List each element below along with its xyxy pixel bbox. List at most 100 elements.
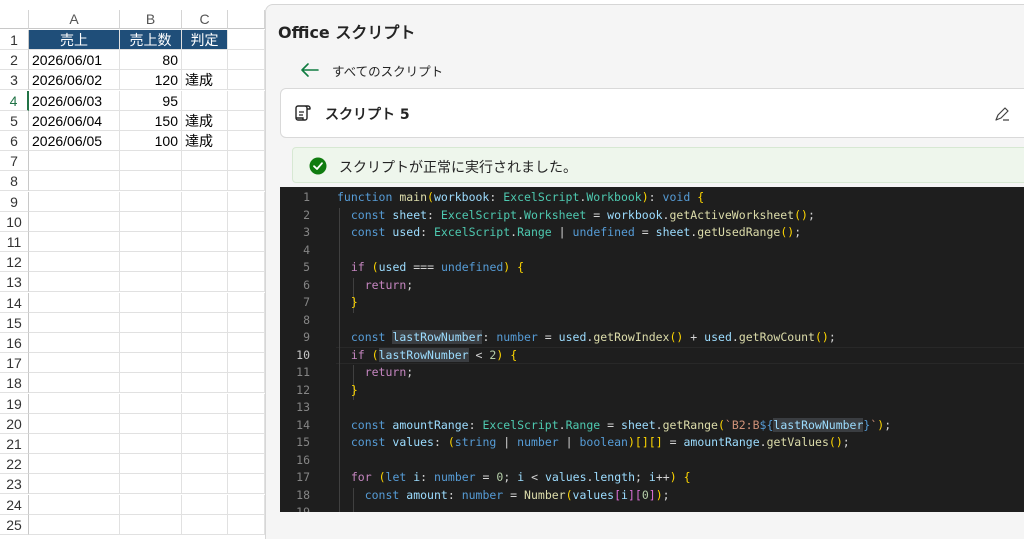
cell[interactable] (228, 353, 265, 374)
code-line[interactable]: return; (337, 278, 413, 292)
code-line[interactable]: function main(workbook: ExcelScript.Work… (337, 190, 704, 204)
cell[interactable] (182, 434, 228, 454)
row-header[interactable]: 18 (0, 373, 29, 394)
column-header-d[interactable] (228, 10, 265, 29)
cell[interactable] (29, 474, 120, 495)
cell[interactable] (120, 232, 182, 252)
cell[interactable] (182, 232, 228, 252)
row-header[interactable]: 6 (0, 131, 29, 151)
cell[interactable] (120, 353, 182, 374)
code-line[interactable]: const values: (string | number | boolean… (337, 435, 850, 449)
row-header[interactable]: 2 (0, 50, 29, 71)
cell[interactable] (120, 151, 182, 172)
cell[interactable] (120, 191, 182, 212)
cell[interactable] (228, 494, 265, 515)
cell[interactable] (182, 373, 228, 394)
cell[interactable] (182, 151, 228, 172)
cell[interactable] (228, 393, 265, 414)
row-header[interactable]: 3 (0, 70, 29, 91)
cell[interactable] (182, 171, 228, 192)
row-header[interactable]: 15 (0, 312, 29, 333)
select-all-corner[interactable] (0, 10, 29, 29)
column-header-c[interactable]: C (182, 10, 228, 29)
cell[interactable] (120, 514, 182, 535)
back-to-all-scripts-link[interactable]: すべてのスクリプト (300, 59, 443, 81)
row-header[interactable]: 23 (0, 474, 29, 495)
cell[interactable] (120, 454, 182, 475)
cell[interactable] (29, 494, 120, 515)
cell[interactable] (228, 514, 265, 535)
row-header[interactable]: 4 (0, 90, 29, 111)
cell[interactable] (228, 151, 265, 172)
cell[interactable] (29, 191, 120, 212)
cell[interactable] (29, 333, 120, 353)
row-header[interactable]: 12 (0, 252, 29, 273)
code-line[interactable]: const amountRange: ExcelScript.Range = s… (337, 417, 891, 432)
cell[interactable] (228, 70, 265, 91)
cell[interactable]: 120 (120, 70, 182, 91)
cell[interactable] (29, 393, 120, 414)
cell[interactable] (29, 373, 120, 394)
cell[interactable] (120, 252, 182, 273)
code-line[interactable]: const sheet: ExcelScript.Worksheet = wor… (337, 208, 815, 222)
cell[interactable]: 2026/06/03 (29, 90, 120, 111)
cell[interactable]: 達成 (182, 110, 228, 131)
cell[interactable] (228, 232, 265, 252)
row-header[interactable]: 8 (0, 171, 29, 192)
cell[interactable] (228, 90, 265, 111)
cell[interactable] (120, 292, 182, 313)
cell[interactable]: 2026/06/01 (29, 50, 120, 71)
cell[interactable] (228, 252, 265, 273)
cell[interactable] (29, 232, 120, 252)
cell[interactable] (29, 151, 120, 172)
cell[interactable] (182, 272, 228, 293)
cell[interactable]: 判定 (182, 30, 228, 50)
row-header[interactable]: 9 (0, 191, 29, 212)
cell[interactable] (228, 434, 265, 454)
cell[interactable] (120, 171, 182, 192)
cell[interactable] (120, 373, 182, 394)
cell[interactable]: 150 (120, 110, 182, 131)
cell[interactable] (228, 50, 265, 71)
cell[interactable]: 2026/06/02 (29, 70, 120, 91)
row-header[interactable]: 16 (0, 333, 29, 353)
row-header[interactable]: 17 (0, 353, 29, 374)
cell[interactable] (228, 292, 265, 313)
cell[interactable] (120, 413, 182, 434)
cell[interactable] (182, 413, 228, 434)
cell[interactable] (182, 474, 228, 495)
cell[interactable] (228, 211, 265, 232)
cell[interactable] (120, 211, 182, 232)
cell[interactable]: 2026/06/05 (29, 131, 120, 151)
cell[interactable] (228, 333, 265, 353)
cell[interactable] (228, 312, 265, 333)
cell[interactable] (228, 30, 265, 50)
cell[interactable] (29, 413, 120, 434)
code-line[interactable]: } (337, 383, 358, 397)
cell[interactable]: 95 (120, 90, 182, 111)
cell[interactable] (120, 312, 182, 333)
cell[interactable] (228, 474, 265, 495)
row-header[interactable]: 1 (0, 30, 29, 50)
row-header[interactable]: 10 (0, 211, 29, 232)
cell[interactable] (228, 373, 265, 394)
cell[interactable]: 売上数 (120, 30, 182, 50)
cell[interactable]: 2026/06/04 (29, 110, 120, 131)
cell[interactable] (29, 252, 120, 273)
cell[interactable]: 80 (120, 50, 182, 71)
cell[interactable] (29, 454, 120, 475)
code-line[interactable]: for (let i: number = 0; i < values.lengt… (337, 470, 691, 484)
cell[interactable] (182, 90, 228, 111)
cell[interactable] (29, 272, 120, 293)
cell[interactable]: 達成 (182, 70, 228, 91)
cell[interactable] (29, 171, 120, 192)
cell[interactable] (182, 353, 228, 374)
cell[interactable] (120, 393, 182, 414)
cell[interactable] (182, 252, 228, 273)
code-line[interactable]: const lastRowNumber: number = used.getRo… (337, 330, 836, 344)
row-header[interactable]: 20 (0, 413, 29, 434)
row-header[interactable]: 25 (0, 514, 29, 535)
column-header-b[interactable]: B (120, 10, 182, 29)
cell[interactable] (182, 211, 228, 232)
column-header-a[interactable]: A (29, 10, 120, 29)
